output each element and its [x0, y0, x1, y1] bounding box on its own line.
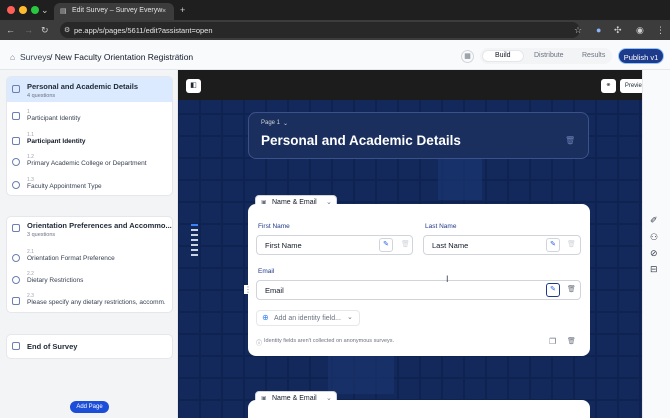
anonymous-note: Identity fields aren't collected on anon… — [264, 338, 395, 344]
edit-first-name-icon[interactable]: ✎ — [379, 238, 393, 252]
end-of-survey-label: End of Survey — [27, 342, 78, 351]
browser-menu-icon[interactable]: ⋮ — [656, 25, 665, 35]
tab-title: Edit Survey – Survey Everyw — [72, 7, 163, 14]
maximize-window-button[interactable] — [31, 6, 39, 14]
choice-question-icon — [12, 181, 20, 189]
sidebar-question-item[interactable]: Primary Academic College or Department — [27, 160, 165, 167]
new-tab-icon[interactable]: + — [180, 5, 185, 15]
sidebar-question-item[interactable]: Dietary Restrictions — [27, 277, 165, 284]
browser-tab[interactable]: ▤ Edit Survey – Survey Everyw × — [54, 3, 174, 20]
add-identity-field-label: Add an identity field... — [274, 315, 341, 322]
close-tab-icon[interactable]: × — [162, 7, 166, 17]
add-page-button[interactable]: Add Page — [70, 401, 109, 413]
sidebar-question-item[interactable]: Please specify any dietary restrictions,… — [27, 299, 165, 306]
page-badge[interactable]: Page 1 — [261, 120, 280, 126]
bookmark-star-icon[interactable]: ☆ — [574, 25, 582, 35]
sidebar-question-item[interactable]: Faculty Appointment Type — [27, 183, 165, 190]
forward-icon[interactable]: → — [24, 25, 33, 35]
tab-list-icon[interactable]: ⌄ — [41, 5, 49, 15]
edit-pencil-icon[interactable]: ✎ — [175, 52, 182, 63]
tab-distribute[interactable]: Distribute — [534, 52, 564, 59]
right-tool-rail — [642, 70, 670, 418]
profile-avatar-icon[interactable]: ◉ — [636, 25, 644, 35]
sidebar-question-item[interactable]: Orientation Format Preference — [27, 255, 165, 262]
compass-icon[interactable]: ⊘ — [650, 248, 658, 259]
delete-page-icon[interactable]: 🗑 — [565, 136, 575, 145]
reload-icon[interactable]: ↻ — [41, 25, 49, 35]
toggle-sidebar-icon[interactable]: ◧ — [186, 79, 201, 93]
back-icon[interactable]: ← — [6, 25, 15, 35]
url-field[interactable]: ⚙ pe.app/s/pages/5611/edit?assistant=ope… — [60, 22, 580, 38]
settings-panel-icon[interactable]: ⊟ — [650, 264, 658, 275]
design-brush-icon[interactable]: ✐ — [650, 215, 658, 226]
choice-question-icon — [12, 276, 20, 284]
question-card-2[interactable] — [248, 400, 590, 418]
section-1-count: 4 questions — [27, 93, 56, 99]
chevron-down-icon: ⌄ — [347, 314, 353, 321]
sidebar-question-item[interactable]: Participant Identity — [27, 115, 165, 122]
text-cursor-icon: I — [446, 274, 449, 284]
calendar-icon[interactable]: ▦ — [461, 50, 474, 63]
delete-question-icon[interactable]: 🗑 — [567, 337, 576, 345]
delete-first-name-icon[interactable]: 🗑 — [401, 240, 410, 248]
page-badge-chevron-icon[interactable]: ⌄ — [283, 120, 288, 127]
share-icon[interactable]: ⚭ — [601, 79, 616, 93]
canvas-toolbar — [178, 70, 642, 100]
breadcrumb-survey-name: / New Faculty Orientation Registration — [50, 52, 194, 62]
choice-question-icon — [12, 254, 20, 262]
site-info-icon[interactable]: ⚙ — [64, 26, 70, 36]
delete-email-icon[interactable]: 🗑 — [567, 285, 576, 293]
delete-last-name-icon[interactable]: 🗑 — [567, 240, 576, 248]
close-window-button[interactable] — [7, 6, 15, 14]
scroll-progress-indicator — [191, 224, 198, 264]
drag-handle-icon[interactable]: ⋮ — [244, 285, 252, 294]
home-icon[interactable]: ⌂ — [10, 52, 15, 62]
info-icon: ⓘ — [256, 341, 263, 347]
duplicate-icon[interactable]: ❐ — [549, 337, 556, 346]
add-circle-icon: ⊕ — [262, 313, 269, 322]
add-identity-field-button[interactable]: ⊕ Add an identity field... ⌄ — [256, 310, 360, 326]
page-icon — [12, 224, 20, 232]
url-text: pe.app/s/pages/5611/edit?assistant=open — [74, 26, 213, 35]
minimize-window-button[interactable] — [19, 6, 27, 14]
first-name-label: First Name — [258, 223, 290, 230]
email-field[interactable]: Email — [256, 280, 581, 300]
page-icon — [12, 85, 20, 93]
edit-email-icon[interactable]: ✎ — [546, 283, 560, 297]
page-favicon-icon: ▤ — [60, 8, 67, 15]
sidebar-question-item-active[interactable]: Participant Identity — [27, 138, 165, 145]
edit-last-name-icon[interactable]: ✎ — [546, 238, 560, 252]
section-2-count: 3 questions — [27, 232, 56, 238]
tab-build[interactable]: Build — [495, 52, 511, 59]
publish-button[interactable]: Publish v1 — [618, 48, 664, 64]
extension-icon[interactable]: ● — [596, 25, 601, 35]
section-1-title: Personal and Academic Details — [27, 82, 139, 91]
page-title[interactable]: Personal and Academic Details — [261, 133, 461, 148]
people-icon[interactable]: ⚇ — [650, 232, 658, 243]
last-name-label: Last Name — [425, 223, 457, 230]
breadcrumb-surveys[interactable]: Surveys — [20, 52, 51, 62]
tab-results[interactable]: Results — [582, 52, 605, 59]
end-survey-icon — [12, 342, 20, 350]
choice-question-icon — [12, 158, 20, 166]
extensions-puzzle-icon[interactable]: ✣ — [614, 25, 622, 35]
text-question-icon — [12, 297, 20, 305]
email-label: Email — [258, 268, 275, 275]
identity-question-icon — [12, 137, 20, 145]
section-2-title: Orientation Preferences and Accommo... — [27, 221, 172, 230]
identity-question-icon — [12, 112, 20, 120]
